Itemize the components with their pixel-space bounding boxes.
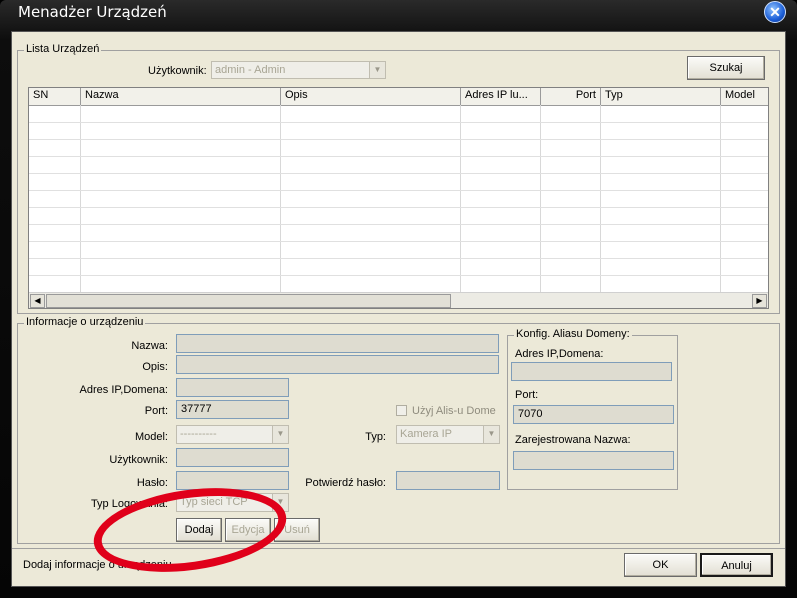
column-header-sn[interactable]: SN [29, 88, 81, 105]
description-label: Opis: [142, 361, 168, 373]
list-user-select[interactable]: admin - Admin ▼ [211, 61, 386, 79]
username-field[interactable] [176, 448, 289, 467]
grid-line [720, 105, 721, 293]
use-alias-checkbox[interactable] [396, 405, 407, 416]
title-bar[interactable]: Menadżer Urządzeń ✕ [0, 0, 797, 26]
device-table[interactable]: SN Nazwa Opis Adres IP lu... Port Typ Mo… [28, 87, 769, 309]
table-row[interactable] [29, 156, 768, 157]
description-field[interactable] [176, 355, 499, 374]
table-row[interactable] [29, 122, 768, 123]
name-label: Nazwa: [131, 340, 168, 352]
column-header-description[interactable]: Opis [281, 88, 461, 105]
dialog-client-area: Lista Urządzeń Użytkownik: admin - Admin… [11, 31, 786, 587]
username-label: Użytkownik: [109, 454, 168, 466]
ok-button[interactable]: OK [624, 553, 697, 577]
table-header: SN Nazwa Opis Adres IP lu... Port Typ Mo… [29, 88, 768, 106]
port-label: Port: [144, 405, 168, 417]
model-label: Model: [134, 431, 168, 443]
grid-line [280, 105, 281, 293]
column-header-type[interactable]: Typ [601, 88, 721, 105]
type-label: Typ: [365, 431, 386, 443]
confirm-password-label: Potwierdź hasło: [305, 477, 386, 489]
list-user-value: admin - Admin [215, 64, 286, 76]
column-header-model[interactable]: Model [721, 88, 768, 105]
use-alias-label: Użyj Alis-u Dome [412, 405, 496, 417]
model-select[interactable]: ---------- ▼ [176, 425, 289, 444]
cancel-button[interactable]: Anuluj [700, 553, 773, 577]
column-header-port[interactable]: Port [541, 88, 601, 105]
port-field[interactable]: 37777 [176, 400, 289, 419]
ip-domain-label: Adres IP,Domena: [79, 384, 168, 396]
device-info-legend: Informacje o urządzeniu [24, 316, 146, 328]
grid-line [80, 105, 81, 293]
table-row[interactable] [29, 207, 768, 208]
grid-line [540, 105, 541, 293]
device-list-legend: Lista Urządzeń [24, 43, 102, 55]
alias-port-field[interactable]: 7070 [513, 405, 674, 424]
column-header-name[interactable]: Nazwa [81, 88, 281, 105]
confirm-password-field[interactable] [396, 471, 500, 490]
table-row[interactable] [29, 275, 768, 276]
close-icon[interactable]: ✕ [764, 1, 786, 23]
window-title: Menadżer Urządzeń [18, 3, 167, 21]
grid-line [600, 105, 601, 293]
scroll-right-icon[interactable]: ▶ [752, 294, 767, 308]
model-value: ---------- [180, 428, 217, 440]
table-row[interactable] [29, 258, 768, 259]
table-row[interactable] [29, 190, 768, 191]
ip-domain-field[interactable] [176, 378, 289, 397]
alias-config-legend: Konfig. Aliasu Domeny: [514, 328, 632, 340]
grid-line [460, 105, 461, 293]
table-row[interactable] [29, 241, 768, 242]
chevron-down-icon[interactable]: ▼ [272, 426, 288, 443]
password-field[interactable] [176, 471, 289, 490]
list-user-label: Użytkownik: [148, 65, 207, 77]
chevron-down-icon[interactable]: ▼ [483, 426, 499, 443]
type-select[interactable]: Kamera IP ▼ [396, 425, 500, 444]
registered-name-field[interactable] [513, 451, 674, 470]
table-row[interactable] [29, 224, 768, 225]
column-header-ip-address[interactable]: Adres IP lu... [461, 88, 541, 105]
table-row[interactable] [29, 139, 768, 140]
registered-name-label: Zarejestrowana Nazwa: [515, 434, 631, 446]
password-label: Hasło: [136, 477, 168, 489]
device-manager-window: Menadżer Urządzeń ✕ Lista Urządzeń Użytk… [0, 0, 797, 598]
type-value: Kamera IP [400, 428, 452, 440]
alias-ip-label: Adres IP,Domena: [515, 348, 604, 360]
name-field[interactable] [176, 334, 499, 353]
search-button[interactable]: Szukaj [687, 56, 765, 80]
scroll-left-icon[interactable]: ◀ [30, 294, 45, 308]
scrollbar-thumb[interactable] [46, 294, 451, 308]
chevron-down-icon[interactable]: ▼ [369, 62, 385, 78]
alias-port-label: Port: [515, 389, 539, 401]
horizontal-scrollbar[interactable]: ◀ ▶ [29, 292, 768, 308]
alias-ip-field[interactable] [511, 362, 672, 381]
table-row[interactable] [29, 173, 768, 174]
